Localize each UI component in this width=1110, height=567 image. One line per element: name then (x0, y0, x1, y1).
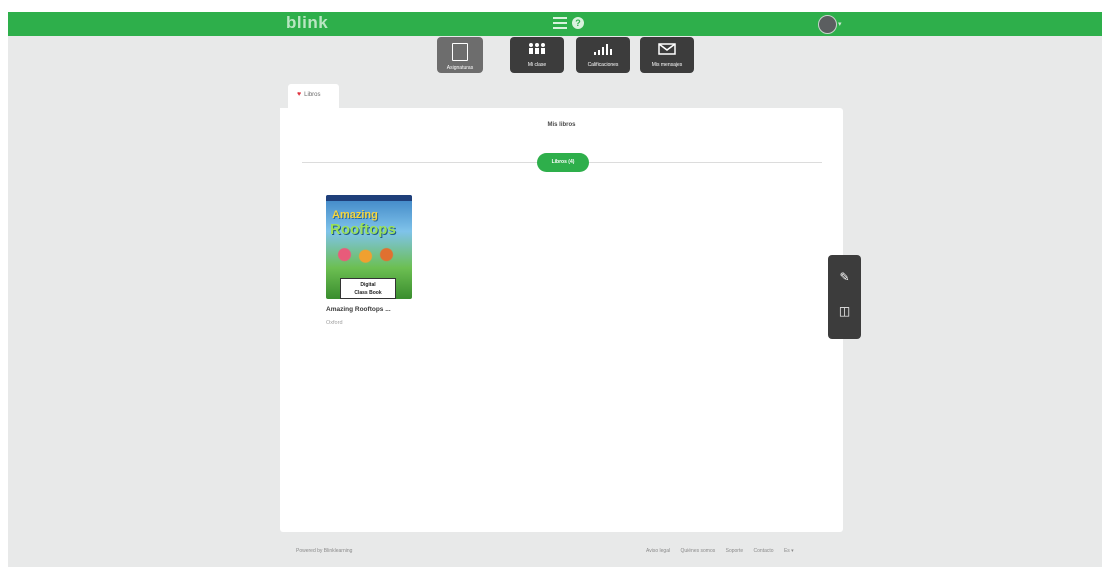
footer-link-contacto[interactable]: Contacto (754, 548, 774, 554)
tab-libros[interactable]: ♥ Libros (288, 84, 339, 108)
tab-label: Libros (304, 92, 321, 98)
class-icon (510, 42, 564, 58)
nav-mis-mensajes-button[interactable]: Mis mensajes (640, 37, 694, 73)
footer-links: Aviso legal Quiénes somos Soporte Contac… (646, 548, 803, 554)
cover-title-line1: Amazing (332, 209, 378, 221)
cover-header-strip (326, 195, 412, 201)
badge-line2: Class Book (354, 290, 382, 296)
book-cover[interactable]: Amazing Rooftops Digital Class Book (326, 195, 412, 299)
avatar[interactable] (818, 15, 837, 34)
book-title[interactable]: Amazing Rooftops ... (326, 306, 391, 313)
chevron-down-icon[interactable]: ▾ (838, 20, 842, 28)
book-tool-icon[interactable]: ◫ (828, 304, 861, 318)
footer-link-aviso-legal[interactable]: Aviso legal (646, 548, 670, 554)
hamburger-icon[interactable] (553, 17, 567, 31)
top-bar: blink ? ▾ (8, 12, 1102, 36)
nav-calificaciones-button[interactable]: Calificaciones (576, 37, 630, 73)
floating-toolbox: ✎ ◫ (828, 255, 861, 339)
books-count-pill[interactable]: Libros (4) (537, 153, 589, 172)
language-selector[interactable]: Es ▾ (784, 548, 794, 554)
mail-icon (640, 42, 694, 58)
content-card: Mis libros Libros (4) Amazing Rooftops D… (280, 108, 843, 532)
nav-mi-clase-button[interactable]: Mi clase (510, 37, 564, 73)
digital-class-book-badge: Digital Class Book (340, 278, 396, 299)
nav-label: Mi clase (527, 62, 547, 68)
footer-link-soporte[interactable]: Soporte (726, 548, 744, 554)
brand-logo[interactable]: blink (286, 13, 328, 33)
footer-link-quienes-somos[interactable]: Quiénes somos (680, 548, 715, 554)
nav-label: Asignaturas (446, 65, 474, 71)
grades-icon (576, 42, 630, 58)
help-icon[interactable]: ? (572, 17, 584, 29)
nav-asignaturas-button[interactable]: Asignaturas (437, 37, 483, 73)
pencil-icon[interactable]: ✎ (828, 270, 861, 284)
screen-icon (452, 43, 468, 61)
badge-line1: Digital (360, 282, 376, 288)
nav-label: Mis mensajes (651, 62, 683, 68)
cover-title-line2: Rooftops (330, 221, 396, 238)
book-publisher: Oxford (326, 320, 343, 326)
heart-icon: ♥ (297, 91, 302, 98)
page-title: Mis libros (547, 122, 576, 128)
footer-powered-by[interactable]: Powered by Blinklearning (296, 548, 352, 554)
nav-label: Calificaciones (587, 62, 619, 68)
cover-illustration (334, 245, 404, 277)
